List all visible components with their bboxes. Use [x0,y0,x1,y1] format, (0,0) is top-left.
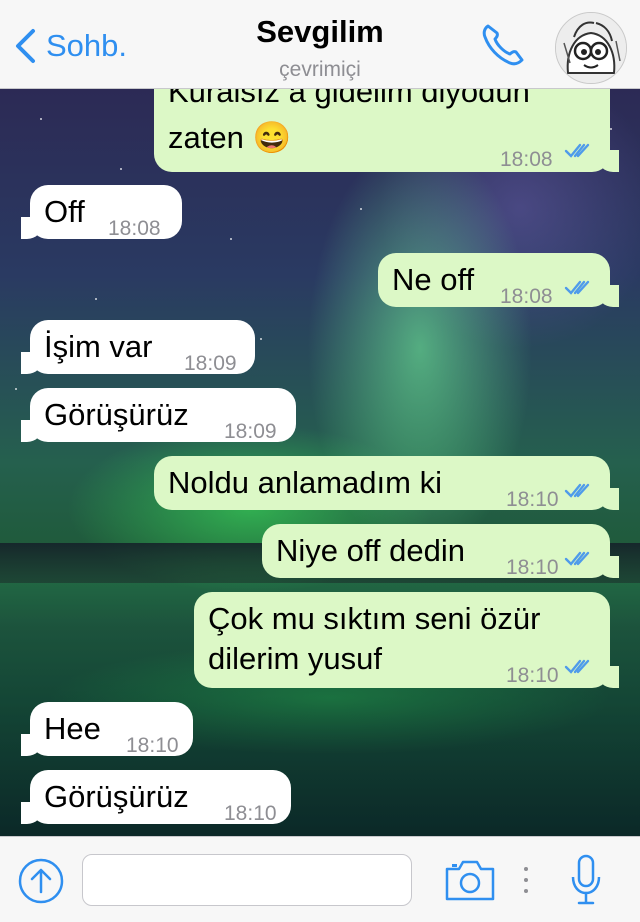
message-time: 18:08 [108,217,161,240]
attach-button[interactable] [17,857,65,905]
message-text: Çok mu sıktım seni özür [208,601,541,636]
message-time: 18:08 [500,285,553,308]
read-receipt-icon [564,280,590,295]
message-bubble-outgoing[interactable]: Niye off dedin 18:10 [262,524,619,579]
message-text: dilerim yusuf [208,641,382,676]
upload-arrow-icon [18,858,64,904]
contact-name[interactable]: Sevgilim [0,14,640,50]
message-bubble-incoming[interactable]: Hee 18:10 [21,702,193,757]
message-time: 18:10 [126,734,179,757]
camera-icon [445,860,495,901]
camera-button[interactable] [444,857,496,903]
more-dots-icon [524,867,528,893]
message-time: 18:10 [506,664,559,687]
voice-record-button[interactable] [569,853,603,907]
message-time: 18:09 [184,352,237,375]
message-text: İşim var [44,329,153,364]
message-time: 18:10 [506,556,559,579]
message-text: Hee [44,711,101,746]
message-time: 18:10 [224,802,277,825]
message-text: Niye off dedin [276,533,465,568]
microphone-icon [571,854,601,905]
message-time: 18:09 [224,420,277,443]
read-receipt-icon [564,659,590,674]
message-bubble-outgoing[interactable]: Çok mu sıktım seni özür dilerim yusuf 18… [194,592,619,688]
avatar-image [556,13,626,83]
read-receipt-icon [564,483,590,498]
message-bubble-incoming[interactable]: Görüşürüz 18:09 [21,388,296,443]
read-receipt-icon [564,551,590,566]
message-bubble-incoming[interactable]: İşim var 18:09 [21,320,255,375]
message-input-bar [0,836,640,922]
message-bubble-incoming[interactable]: Off 18:08 [21,185,182,240]
message-text: Off [44,194,85,229]
read-receipt-icon [564,143,590,158]
message-bubble-outgoing[interactable]: Ne off 18:08 [378,253,619,308]
call-button[interactable] [478,20,528,70]
phone-icon [482,24,524,66]
message-text: Görüşürüz [44,779,189,814]
navigation-bar: Sohb. Sevgilim çevrimiçi [0,0,640,89]
message-bubble-incoming[interactable]: Görüşürüz 18:10 [21,770,291,825]
contact-status: çevrimiçi [279,58,361,81]
message-text: Ne off [392,262,475,297]
contact-avatar[interactable] [555,12,627,84]
message-bubble-outgoing[interactable]: Noldu anlamadım ki 18:10 [154,456,619,511]
message-text: Görüşürüz [44,397,189,432]
message-text: Noldu anlamadım ki [168,465,442,500]
message-time: 18:08 [500,148,553,171]
message-text: zaten 😄 [168,120,292,155]
message-time: 18:10 [506,488,559,511]
message-input[interactable] [82,854,412,906]
